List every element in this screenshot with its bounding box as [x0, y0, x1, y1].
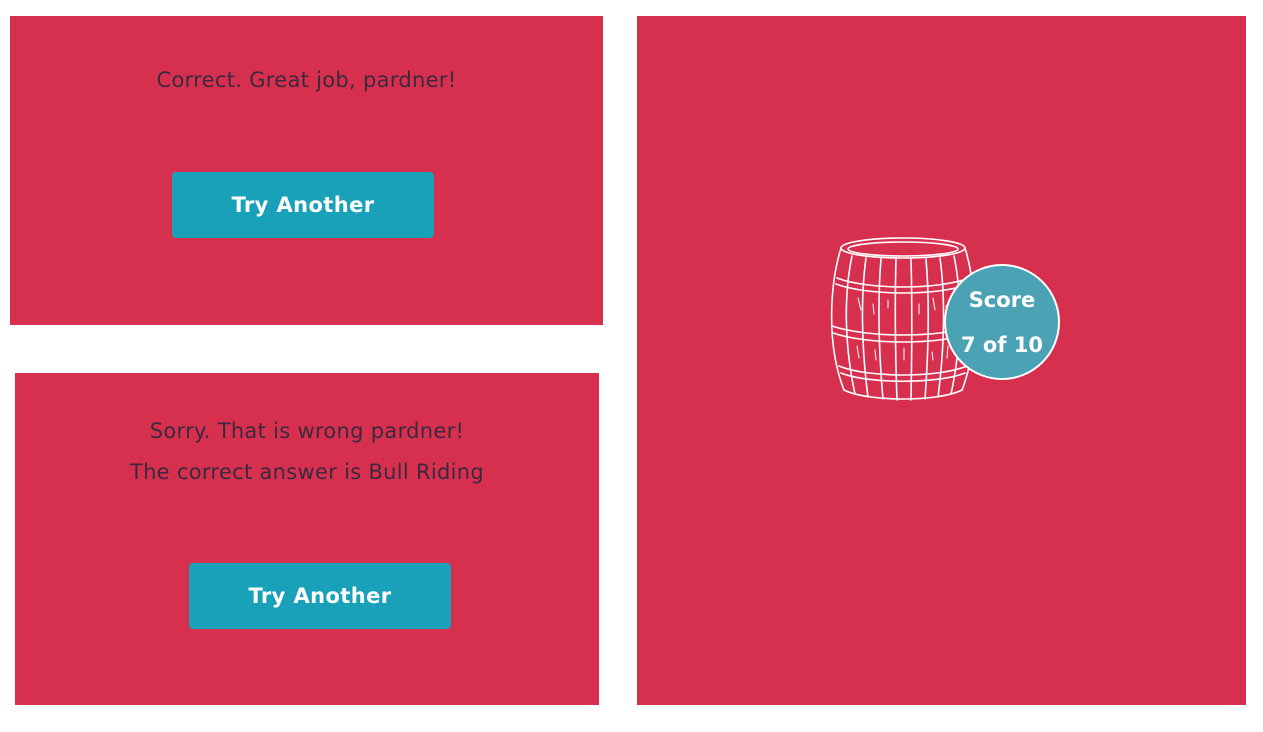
score-panel: Score 7 of 10 — [637, 16, 1246, 705]
wrong-feedback-panel: Sorry. That is wrong pardner! The correc… — [15, 373, 599, 705]
correct-message: Correct. Great job, pardner! — [156, 68, 457, 92]
score-label: Score — [968, 288, 1036, 312]
correct-answer-text: The correct answer is Bull Riding — [129, 460, 485, 484]
score-badge: Score 7 of 10 — [944, 264, 1060, 380]
correct-feedback-panel: Correct. Great job, pardner! Try Another — [10, 16, 603, 325]
try-another-button[interactable]: Try Another — [172, 172, 434, 238]
wrong-message: Sorry. That is wrong pardner! — [149, 419, 465, 443]
try-another-button[interactable]: Try Another — [189, 563, 451, 629]
score-value: 7 of 10 — [960, 333, 1044, 357]
